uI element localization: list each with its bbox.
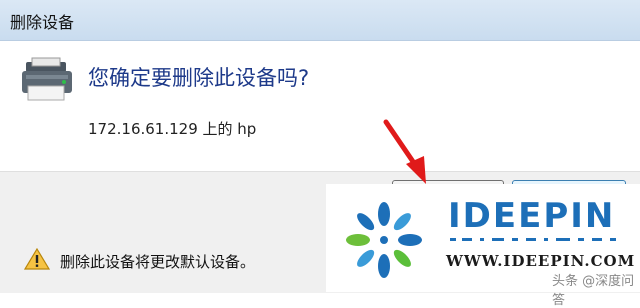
dialog-content xyxy=(0,41,640,171)
watermark-url: WWW.IDEEPIN.COM xyxy=(446,252,636,270)
watermark: IDEEPIN WWW.IDEEPIN.COM 头条 @深度问答 xyxy=(326,184,640,308)
confirm-question: 您确定要删除此设备吗? xyxy=(88,66,310,90)
warning-icon xyxy=(24,248,50,270)
watermark-brand: IDEEPIN xyxy=(448,196,616,236)
watermark-dots xyxy=(450,238,616,241)
printer-icon xyxy=(22,57,72,101)
dialog-title: 删除设备 xyxy=(10,13,75,32)
warning-text: 删除此设备将更改默认设备。 xyxy=(60,253,256,271)
ideepin-logo xyxy=(346,202,422,278)
watermark-credit: 头条 @深度问答 xyxy=(552,274,635,308)
red-arrow-icon xyxy=(383,119,426,184)
device-name: 172.16.61.129 上的 hp xyxy=(88,120,257,138)
dialog-titlebar: 删除设备 xyxy=(0,0,640,41)
